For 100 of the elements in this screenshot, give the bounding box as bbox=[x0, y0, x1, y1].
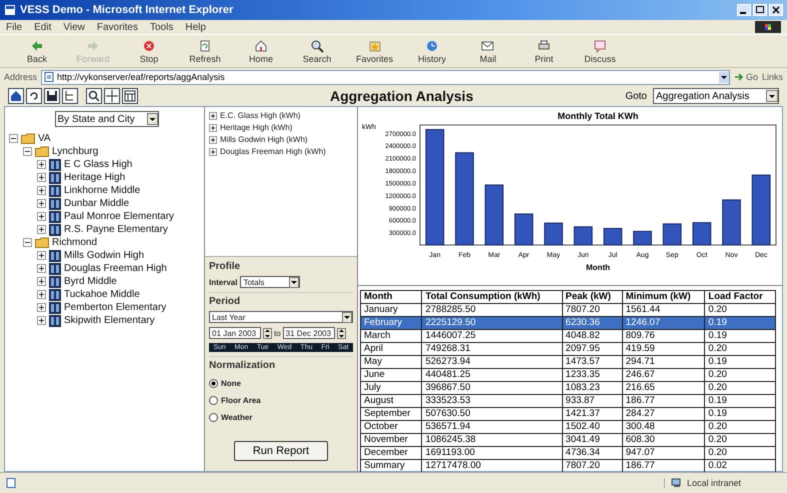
tree-item[interactable]: Linkhorne Middle bbox=[64, 185, 140, 196]
save-icon[interactable] bbox=[44, 88, 60, 104]
search-button[interactable]: Search bbox=[300, 38, 334, 64]
tree-item[interactable]: Douglas Freeman High bbox=[64, 263, 167, 274]
tree-item[interactable]: Lynchburg bbox=[52, 146, 98, 157]
stop-button[interactable]: Stop bbox=[132, 38, 166, 64]
expand-icon[interactable] bbox=[37, 303, 46, 312]
expand-icon[interactable] bbox=[37, 316, 46, 325]
menu-item[interactable]: Favorites bbox=[96, 22, 138, 32]
refresh-button[interactable]: Refresh bbox=[188, 38, 222, 64]
mail-button[interactable]: Mail bbox=[471, 38, 506, 64]
close-icon[interactable] bbox=[769, 4, 783, 16]
collapse-icon[interactable] bbox=[23, 238, 32, 247]
calendar-icon[interactable] bbox=[122, 88, 138, 104]
home-icon[interactable] bbox=[8, 88, 24, 104]
column-header[interactable]: Total Consumption (kWh) bbox=[422, 290, 562, 304]
menu-item[interactable]: File bbox=[6, 22, 22, 32]
go-button[interactable]: Go bbox=[734, 72, 758, 82]
table-row[interactable]: November 1086245.38 3041.49 608.30 0.20 bbox=[360, 434, 776, 446]
tree-item[interactable]: E C Glass High bbox=[64, 159, 132, 170]
expand-icon[interactable] bbox=[37, 212, 46, 221]
interval-dropdown[interactable]: Totals bbox=[240, 276, 300, 288]
menu-item[interactable]: View bbox=[63, 22, 85, 32]
expand-icon[interactable] bbox=[209, 148, 217, 156]
collapse-icon[interactable] bbox=[23, 147, 32, 156]
expand-icon[interactable] bbox=[37, 186, 46, 195]
table-row[interactable]: February 2225129.50 6230.36 1246.07 0.19 bbox=[360, 316, 776, 330]
goto-dropdown[interactable]: Aggregation Analysis bbox=[653, 88, 779, 104]
expand-icon[interactable] bbox=[37, 173, 46, 182]
table-row[interactable]: June 440481.25 1233.35 246.67 0.20 bbox=[360, 368, 776, 382]
tree-item[interactable]: Skipwith Elementary bbox=[64, 315, 155, 326]
maximize-icon[interactable] bbox=[753, 4, 767, 16]
zoom-icon[interactable] bbox=[86, 88, 102, 104]
legend-item[interactable]: Heritage High (kWh) bbox=[220, 123, 292, 132]
axis-label: Month bbox=[586, 263, 610, 272]
tree-item[interactable]: Richmond bbox=[52, 237, 98, 248]
table-row[interactable]: September 507630.50 1421.37 284.27 0.19 bbox=[360, 408, 776, 420]
tree-item[interactable]: Dunbar Middle bbox=[64, 198, 130, 209]
radio-button[interactable] bbox=[209, 413, 218, 422]
expand-icon[interactable] bbox=[209, 124, 217, 132]
column-header[interactable]: Minimum (kW) bbox=[622, 290, 705, 304]
column-header[interactable]: Peak (kW) bbox=[562, 290, 622, 304]
column-header[interactable]: Month bbox=[360, 290, 422, 304]
radio-button[interactable] bbox=[209, 396, 218, 405]
favorites-button[interactable]: Favorites bbox=[356, 38, 394, 64]
menu-item[interactable]: Tools bbox=[150, 22, 174, 32]
radio-button[interactable] bbox=[209, 379, 218, 388]
expand-icon[interactable] bbox=[209, 136, 217, 144]
expand-icon[interactable] bbox=[37, 264, 46, 273]
back-button[interactable]: Back bbox=[20, 38, 54, 64]
hierarchy-icon[interactable] bbox=[62, 88, 78, 104]
discuss-button[interactable]: Discuss bbox=[583, 38, 618, 64]
tree-item[interactable]: VA bbox=[38, 133, 51, 144]
table-row[interactable]: August 333523.53 933.87 186.77 0.19 bbox=[360, 394, 776, 408]
tree-item[interactable]: Pemberton Elementary bbox=[64, 302, 166, 313]
grouping-dropdown[interactable]: By State and City bbox=[54, 111, 158, 127]
expand-icon[interactable] bbox=[37, 251, 46, 260]
expand-icon[interactable] bbox=[37, 160, 46, 169]
menu-item[interactable]: Help bbox=[185, 22, 206, 32]
tree-item[interactable]: Paul Monroe Elementary bbox=[64, 211, 174, 222]
tree-item[interactable]: R.S. Payne Elementary bbox=[64, 224, 168, 235]
table-cell: 3041.49 bbox=[562, 434, 622, 446]
home-button[interactable]: Home bbox=[244, 38, 278, 64]
expand-icon[interactable] bbox=[37, 290, 46, 299]
tree-item[interactable]: Tuckahoe Middle bbox=[64, 289, 140, 300]
end-date-field[interactable]: 31 Dec 2003 bbox=[282, 327, 335, 339]
collapse-icon[interactable] bbox=[9, 134, 18, 143]
column-header[interactable]: Load Factor bbox=[704, 290, 776, 304]
table-row[interactable]: December 1691193.00 4736.34 947.07 0.20 bbox=[360, 446, 776, 460]
menu-item[interactable]: Edit bbox=[34, 22, 52, 32]
links-button[interactable]: Links bbox=[762, 72, 783, 82]
spinner-icon[interactable] bbox=[263, 328, 272, 338]
legend-item[interactable]: Douglas Freeman High (kWh) bbox=[220, 147, 326, 156]
spinner-icon[interactable] bbox=[336, 328, 346, 338]
table-row[interactable]: October 536571.94 1502.40 300.48 0.20 bbox=[360, 420, 776, 434]
table-row[interactable]: April 749268.31 2097.95 419.59 0.20 bbox=[360, 342, 776, 356]
expand-icon[interactable] bbox=[37, 225, 46, 234]
tree-item[interactable]: Heritage High bbox=[64, 172, 126, 183]
run-report-button[interactable]: Run Report bbox=[234, 441, 328, 461]
table-row[interactable]: July 396867.50 1083.23 216.65 0.20 bbox=[360, 382, 776, 394]
period-dropdown[interactable]: Last Year bbox=[209, 311, 353, 323]
expand-icon[interactable] bbox=[37, 277, 46, 286]
expand-icon[interactable] bbox=[209, 112, 217, 120]
table-row[interactable]: May 526273.94 1473.57 294.71 0.19 bbox=[360, 356, 776, 368]
print-button[interactable]: Print bbox=[527, 38, 562, 64]
refresh-icon[interactable] bbox=[26, 88, 42, 104]
expand-icon[interactable] bbox=[37, 199, 46, 208]
radio-label[interactable]: Floor Area bbox=[221, 396, 261, 405]
radio-label[interactable]: None bbox=[221, 379, 241, 388]
radio-label[interactable]: Weather bbox=[221, 413, 252, 422]
table-row[interactable]: March 1446007.25 4048.82 809.76 0.19 bbox=[360, 330, 776, 342]
minimize-icon[interactable] bbox=[737, 4, 751, 16]
history-button[interactable]: History bbox=[415, 38, 450, 64]
address-field[interactable]: http://vykonserver/eaf/reports/aggAnalysis bbox=[41, 70, 730, 84]
start-date-field[interactable]: 01 Jan 2003 bbox=[209, 327, 261, 339]
legend-item[interactable]: E.C. Glass High (kWh) bbox=[220, 111, 300, 120]
tree-item[interactable]: Byrd Middle bbox=[64, 276, 117, 287]
tree-item[interactable]: Mills Godwin High bbox=[64, 250, 144, 261]
legend-item[interactable]: Mills Godwin High (kWh) bbox=[220, 135, 308, 144]
grid-icon[interactable] bbox=[104, 88, 120, 104]
